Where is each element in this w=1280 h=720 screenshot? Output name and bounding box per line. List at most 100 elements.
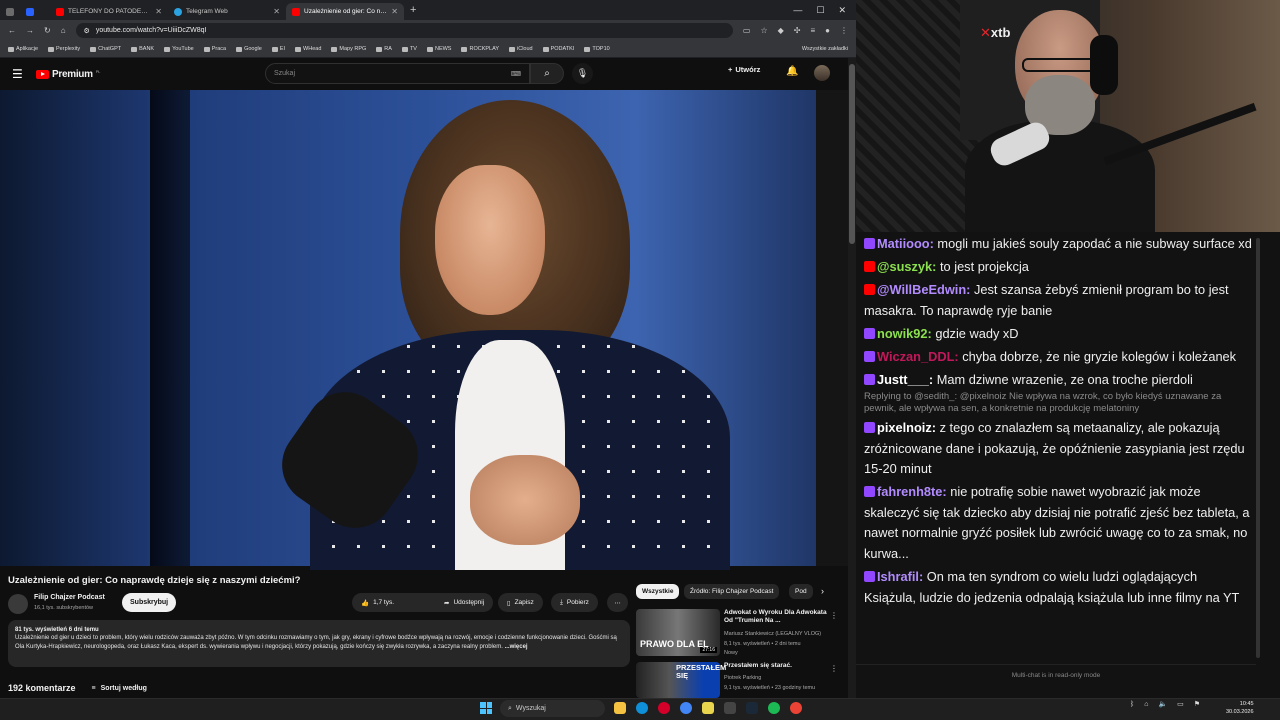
chat-username[interactable]: Matiiooo: xyxy=(877,236,934,251)
bookmark-item[interactable]: Perplexity xyxy=(48,46,80,52)
bookmark-item[interactable]: ROCKPLAY xyxy=(461,46,499,52)
bookmark-item[interactable]: PODATKI xyxy=(542,46,574,52)
network-icon[interactable]: ⌂ xyxy=(1144,701,1148,708)
chat-scrollbar[interactable] xyxy=(1256,238,1260,658)
search-input[interactable]: Szukaj ⌨ xyxy=(265,63,530,84)
keyboard-icon[interactable]: ⌨ xyxy=(511,70,521,78)
more-actions-button[interactable]: ⋯ xyxy=(607,593,628,612)
bookmark-item[interactable]: Aplikacje xyxy=(8,46,38,52)
search-button[interactable]: ⌕ xyxy=(530,63,564,84)
forward-icon[interactable]: → xyxy=(26,26,34,35)
hamburger-menu-icon[interactable]: ☰ xyxy=(12,67,36,81)
bookmark-item[interactable]: Mapy RPG xyxy=(331,46,366,52)
tab-youtube-active[interactable]: Uzależnienie od gier: Co napraw✕ xyxy=(286,3,404,20)
show-more-link[interactable]: ...więcej xyxy=(505,644,528,650)
like-icon[interactable]: 👍 xyxy=(361,599,369,607)
bookmark-item[interactable]: YouTube xyxy=(164,46,194,52)
tab-telefony[interactable]: TELEFONY DO PATODEWELOPE✕ xyxy=(50,3,168,20)
chat-username[interactable]: nowik92: xyxy=(877,326,932,341)
bookmark-item[interactable]: ChatGPT xyxy=(90,46,121,52)
taskbar-clock[interactable]: 10:45 30.03.2026 xyxy=(1226,700,1254,716)
reload-icon[interactable]: ↻ xyxy=(44,26,51,35)
sort-comments-button[interactable]: ≡ Sortuj według xyxy=(92,685,147,692)
taskbar-search[interactable]: ⌕ Wyszukaj xyxy=(500,700,605,717)
chrome-active-icon[interactable] xyxy=(790,702,802,714)
more-vert-icon[interactable]: ⋮ xyxy=(830,664,838,673)
like-count[interactable]: 1,7 tys. xyxy=(373,599,394,606)
video-thumbnail[interactable]: PRZESTAŁEM SIĘ xyxy=(636,662,726,698)
chrome-icon[interactable] xyxy=(680,702,692,714)
notifications-bell-icon[interactable]: 🔔 xyxy=(786,66,798,77)
bluetooth-icon[interactable]: ᛒ xyxy=(1130,701,1134,708)
chip-all[interactable]: Wszystkie xyxy=(636,584,680,599)
chat-username[interactable]: Justt___: xyxy=(877,372,933,387)
start-button[interactable] xyxy=(480,702,492,714)
recommended-video[interactable]: PRAWO DLA EL 27:16 Adwokat o Wyroku Dla … xyxy=(636,609,842,659)
profile-icon[interactable]: ● xyxy=(825,26,830,35)
tab-pinned[interactable] xyxy=(20,3,50,20)
bookmark-item[interactable]: EI xyxy=(271,46,285,52)
chat-username[interactable]: Ishrafil: xyxy=(877,569,923,584)
bookmark-item[interactable]: TV xyxy=(401,46,417,52)
star-icon[interactable]: ☆ xyxy=(760,26,767,35)
url-field[interactable]: ⚙ youtube.com/watch?v=UiiiDcZW8qI xyxy=(75,23,733,38)
maximize-icon[interactable]: ☐ xyxy=(816,5,824,16)
bookmark-item[interactable]: TOP10 xyxy=(584,46,610,52)
language-icon[interactable]: ⚑ xyxy=(1194,700,1200,708)
volume-icon[interactable]: 🔈 xyxy=(1158,700,1167,708)
cast-icon[interactable]: ▭ xyxy=(743,26,751,35)
minimize-icon[interactable]: — xyxy=(793,5,802,16)
new-tab-button[interactable]: + xyxy=(404,4,422,16)
voice-search-button[interactable]: 🎙 xyxy=(572,63,593,84)
notes-icon[interactable] xyxy=(702,702,714,714)
window-close-icon[interactable]: ✕ xyxy=(838,5,846,16)
edge-icon[interactable] xyxy=(636,702,648,714)
close-icon[interactable]: ✕ xyxy=(155,7,162,16)
extensions-puzzle-icon[interactable]: ✣ xyxy=(794,26,801,35)
bookmark-item[interactable]: Praca xyxy=(203,46,226,52)
download-app-icon[interactable] xyxy=(724,702,736,714)
more-vert-icon[interactable]: ⋮ xyxy=(830,611,838,620)
site-info-icon[interactable]: ⚙ xyxy=(84,27,90,35)
file-explorer-icon[interactable] xyxy=(614,702,626,714)
video-description[interactable]: 81 tys. wyświetleń 6 dni temu Uzależnien… xyxy=(8,620,630,667)
all-bookmarks-button[interactable]: Wszystkie zakładki xyxy=(802,46,848,52)
chevron-right-icon[interactable]: › xyxy=(821,586,824,596)
download-button[interactable]: ⤓ Pobierz xyxy=(551,593,598,612)
channel-avatar[interactable] xyxy=(8,594,28,614)
bookmark-item[interactable]: RA xyxy=(376,46,392,52)
chat-username[interactable]: Wiczan_DDL: xyxy=(877,349,959,364)
chat-username[interactable]: @WillBeEdwin: xyxy=(877,282,970,297)
tab-menu[interactable] xyxy=(0,3,20,20)
video-thumbnail[interactable]: PRAWO DLA EL 27:16 xyxy=(636,609,720,656)
battery-icon[interactable]: ▭ xyxy=(1177,700,1184,708)
create-button[interactable]: + Utwórz xyxy=(728,65,760,74)
chat-username[interactable]: fahrenh8te: xyxy=(877,484,947,499)
extension-icon[interactable]: ◆ xyxy=(778,26,784,35)
save-button[interactable]: ▯ Zapisz xyxy=(498,593,543,612)
page-scrollbar-thumb[interactable] xyxy=(849,64,855,244)
close-icon[interactable]: ✕ xyxy=(273,7,280,16)
tab-telegram[interactable]: Telegram Web ✕ xyxy=(168,3,286,20)
back-icon[interactable]: ← xyxy=(8,26,16,35)
channel-name[interactable]: Filip Chajzer Podcast xyxy=(34,594,105,601)
bookmark-item[interactable]: NEWS xyxy=(426,46,451,52)
youtube-logo[interactable]: Premium PL xyxy=(36,69,100,80)
steam-icon[interactable] xyxy=(746,702,758,714)
chip-podcast[interactable]: Pod xyxy=(789,584,813,599)
bookmark-item[interactable]: WHead xyxy=(295,46,321,52)
chip-source[interactable]: Źródło: Filip Chajzer Podcast xyxy=(684,584,780,599)
home-icon[interactable]: ⌂ xyxy=(61,26,66,35)
subscribe-button[interactable]: Subskrybuj xyxy=(122,593,177,612)
chat-username[interactable]: @suszyk: xyxy=(877,259,936,274)
account-avatar[interactable] xyxy=(814,65,830,81)
chat-username[interactable]: pixelnoiz: xyxy=(877,420,936,435)
reading-list-icon[interactable]: ≡ xyxy=(810,26,815,35)
bookmark-item[interactable]: iCloud xyxy=(509,46,533,52)
opera-icon[interactable] xyxy=(658,702,670,714)
close-icon[interactable]: ✕ xyxy=(391,7,398,16)
bookmark-item[interactable]: Google xyxy=(236,46,262,52)
browser-menu-icon[interactable]: ⋮ xyxy=(840,26,848,35)
spotify-icon[interactable] xyxy=(768,702,780,714)
bookmark-item[interactable]: BANK xyxy=(131,46,154,52)
